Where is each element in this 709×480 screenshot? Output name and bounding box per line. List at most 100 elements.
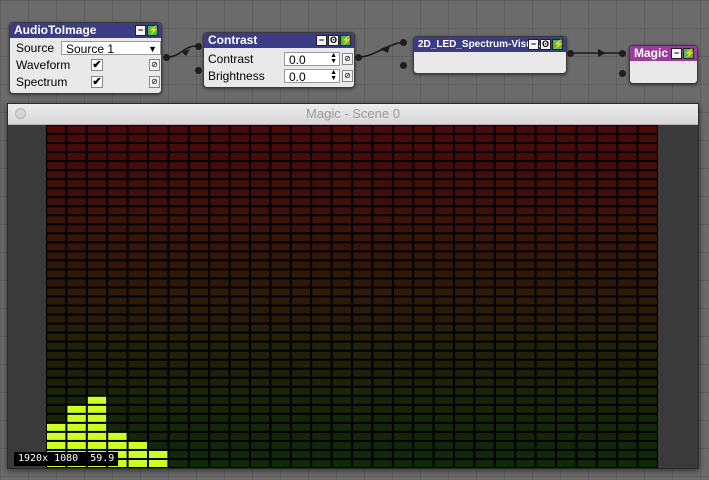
led-cell — [373, 279, 392, 287]
led-cell — [597, 378, 617, 386]
led-cell — [557, 405, 576, 413]
led-cell — [475, 459, 494, 467]
minimize-button[interactable]: − — [528, 39, 539, 50]
led-cell — [414, 315, 433, 323]
led-cell — [169, 198, 188, 206]
power-button[interactable]: ⚡ — [147, 25, 159, 36]
led-cell — [332, 126, 351, 134]
node-title[interactable]: 2D_LED_Spectrum-Visu... − ʘ ⚡ — [414, 37, 566, 52]
status-overlay: 1920x 1080 59.9 — [14, 452, 119, 466]
led-cell — [393, 342, 413, 350]
led-cell — [495, 378, 515, 386]
led-cell — [638, 261, 657, 269]
led-cell — [128, 135, 147, 143]
led-cell — [414, 387, 433, 395]
led-cell — [108, 297, 127, 305]
led-cell — [618, 387, 637, 395]
led-cell — [638, 342, 657, 350]
led-cell — [189, 135, 209, 143]
led-cell — [189, 180, 209, 188]
stepper-icon[interactable]: ▲ ▼ — [330, 69, 337, 82]
led-cell — [353, 387, 372, 395]
led-cell — [87, 189, 107, 197]
led-cell — [189, 351, 209, 359]
led-cell — [638, 423, 657, 431]
led-cell — [230, 423, 249, 431]
led-cell — [149, 315, 168, 323]
minimize-button[interactable]: − — [135, 25, 146, 36]
led-cell — [414, 378, 433, 386]
led-cell — [618, 324, 637, 332]
led-cell-lit — [67, 441, 86, 449]
led-cell — [271, 288, 290, 296]
led-cell — [149, 198, 168, 206]
led-cell — [87, 306, 107, 314]
led-cell-lit — [47, 441, 66, 449]
led-cell — [332, 279, 351, 287]
led-cell — [108, 369, 127, 377]
led-cell — [169, 360, 188, 368]
node-title[interactable]: Contrast − ʘ ⚡ — [204, 33, 354, 48]
led-cell — [169, 396, 188, 404]
window-titlebar[interactable]: Magic - Scene 0 — [8, 104, 698, 125]
led-cell — [597, 423, 617, 431]
minimize-button[interactable]: − — [671, 48, 682, 59]
node-title[interactable]: AudioToImage − ⚡ — [10, 23, 161, 38]
power-button[interactable]: ⚡ — [683, 48, 695, 59]
brightness-input[interactable]: 0.0 ▲ ▼ — [284, 69, 340, 84]
led-cell — [475, 126, 494, 134]
eye-icon[interactable]: ʘ — [540, 39, 551, 50]
render-canvas[interactable]: 1920x 1080 59.9 — [8, 125, 698, 468]
power-button[interactable]: ⚡ — [340, 35, 352, 46]
led-cell — [638, 252, 657, 260]
led-spectrum-node[interactable]: 2D_LED_Spectrum-Visu... − ʘ ⚡ — [413, 36, 567, 74]
link-icon[interactable]: ⊘ — [149, 76, 160, 88]
link-icon[interactable]: ⊘ — [342, 53, 353, 65]
node-title[interactable]: Magic − ⚡ — [630, 46, 697, 61]
magic-output-node[interactable]: Magic − ⚡ — [629, 45, 698, 84]
led-cell — [536, 414, 555, 422]
output-port[interactable] — [163, 54, 170, 61]
stepper-icon[interactable]: ▲ ▼ — [330, 52, 337, 65]
led-cell — [495, 216, 515, 224]
input-port[interactable] — [195, 67, 202, 74]
input-port[interactable] — [619, 50, 626, 57]
contrast-node[interactable]: Contrast − ʘ ⚡ Contrast 0.0 ▲ ▼ ⊘ Brightn… — [203, 32, 355, 88]
audio-to-image-node[interactable]: AudioToImage − ⚡ Source Source 1 ▼ Wavef… — [9, 22, 162, 94]
input-port[interactable] — [195, 43, 202, 50]
led-cell — [291, 252, 311, 260]
link-icon[interactable]: ⊘ — [342, 70, 353, 82]
led-cell — [128, 387, 147, 395]
led-cell — [291, 243, 311, 251]
led-cell — [638, 243, 657, 251]
power-button[interactable]: ⚡ — [552, 39, 564, 50]
input-port[interactable] — [400, 39, 407, 46]
spectrum-checkbox[interactable]: ✔ — [91, 76, 103, 88]
source-select[interactable]: Source 1 ▼ — [61, 41, 161, 56]
led-cell — [577, 162, 596, 170]
led-cell — [536, 450, 555, 458]
preview-window[interactable]: Magic - Scene 0 1920x 1080 59.9 — [7, 103, 699, 469]
led-cell — [536, 306, 555, 314]
close-window-button[interactable] — [15, 108, 26, 119]
led-cell — [455, 414, 474, 422]
led-cell — [87, 135, 107, 143]
led-cell — [291, 450, 311, 458]
led-cell — [230, 198, 249, 206]
led-cell — [495, 171, 515, 179]
output-port[interactable] — [355, 54, 362, 61]
contrast-input[interactable]: 0.0 ▲ ▼ — [284, 52, 340, 67]
output-port[interactable] — [567, 50, 574, 57]
minimize-button[interactable]: − — [316, 35, 327, 46]
eye-icon[interactable]: ʘ — [328, 35, 339, 46]
led-cell — [434, 342, 453, 350]
led-cell — [516, 189, 535, 197]
led-cell — [169, 180, 188, 188]
led-cell — [230, 405, 249, 413]
waveform-checkbox[interactable]: ✔ — [91, 59, 103, 71]
led-cell — [128, 360, 147, 368]
led-cell — [434, 180, 453, 188]
link-icon[interactable]: ⊘ — [149, 59, 160, 71]
input-port[interactable] — [400, 62, 407, 69]
input-port[interactable] — [619, 70, 626, 77]
